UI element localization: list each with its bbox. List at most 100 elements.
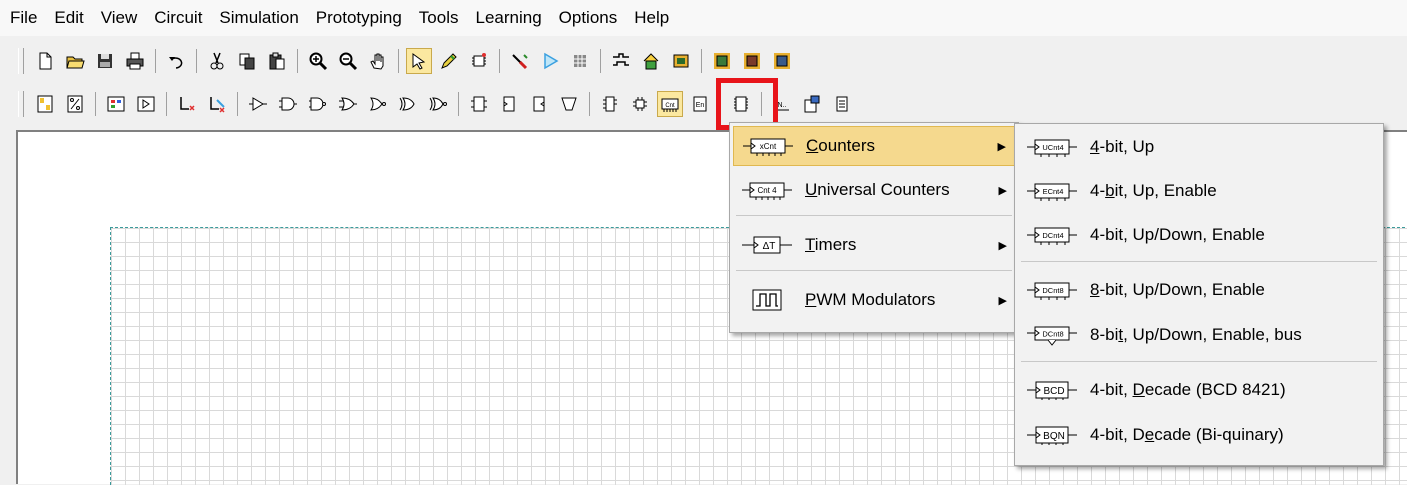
buffer-gate-button[interactable] xyxy=(245,91,271,117)
copy-button[interactable] xyxy=(234,48,260,74)
menu-tools[interactable]: Tools xyxy=(409,0,466,36)
toolbar-separator xyxy=(95,92,96,116)
or-gate-button[interactable] xyxy=(335,91,361,117)
nor-gate-button[interactable] xyxy=(365,91,391,117)
wire-button[interactable] xyxy=(436,48,462,74)
constants-button[interactable] xyxy=(32,91,58,117)
menu-item-label: Counters xyxy=(806,136,875,155)
run-simulation-button[interactable] xyxy=(537,48,563,74)
undo-button[interactable] xyxy=(163,48,189,74)
properties-button[interactable] xyxy=(799,91,825,117)
probe-icon xyxy=(512,54,528,70)
submenu-item-8bit-updown-enable[interactable]: DCnt8 8-bit, Up/Down, Enable xyxy=(1018,270,1380,310)
bcd-chip-icon: BCD xyxy=(1026,379,1078,401)
submenu-item-4bit-up[interactable]: UCnt4 4-bit, Up xyxy=(1018,127,1380,167)
fpga-3-button[interactable] xyxy=(769,48,795,74)
mux-icon xyxy=(561,97,577,111)
menu-simulation[interactable]: Simulation xyxy=(209,0,305,36)
text-button[interactable] xyxy=(829,91,855,117)
submenu-item-4bit-updown-enable[interactable]: DCnt4 4-bit, Up/Down, Enable xyxy=(1018,215,1380,255)
display-button[interactable] xyxy=(103,91,129,117)
menu-circuit[interactable]: Circuit xyxy=(144,0,209,36)
hierarchy-button[interactable] xyxy=(638,48,664,74)
open-button[interactable] xyxy=(62,48,88,74)
xor-gate-button[interactable] xyxy=(395,91,421,117)
menu-item-counters[interactable]: xCnt Counters ▶ xyxy=(733,126,1015,166)
submenu-item-4bit-decade-biquinary[interactable]: BQN 4-bit, Decade (Bi-quinary) xyxy=(1018,415,1380,455)
menu-item-universal-counters[interactable]: Cnt 4 Universal Counters ▶ xyxy=(733,170,1015,210)
decoder-button[interactable] xyxy=(627,91,653,117)
zoom-in-icon xyxy=(309,52,328,71)
counters-button[interactable]: Cnt xyxy=(657,91,683,117)
menu-item-pwm-modulators[interactable]: PWM Modulators ▶ xyxy=(733,280,1015,320)
timing-button[interactable] xyxy=(608,48,634,74)
timer-chip-icon: ΔT xyxy=(741,234,793,256)
wire-delete-icon xyxy=(210,97,225,113)
menu-separator xyxy=(1021,261,1377,262)
svg-text:En: En xyxy=(696,102,705,109)
step-simulation-button[interactable] xyxy=(567,48,593,74)
toolbar-grip[interactable] xyxy=(18,48,24,74)
toolbar-separator xyxy=(196,49,197,73)
submenu-item-8bit-updown-enable-bus[interactable]: DCnt8 8-bit, Up/Down, Enable, bus xyxy=(1018,315,1380,355)
counters-dropdown-menu: xCnt Counters ▶ Cnt 4 Universal Counters… xyxy=(729,122,1019,333)
led-icon xyxy=(137,96,155,112)
svg-text:Cnt 4: Cnt 4 xyxy=(757,186,777,195)
toolbar-separator xyxy=(701,49,702,73)
submenu-arrow-icon: ▶ xyxy=(998,184,1007,197)
fpga-2-button[interactable] xyxy=(739,48,765,74)
const-01-icon xyxy=(37,95,53,113)
menu-item-timers[interactable]: ΔT Timers ▶ xyxy=(733,225,1015,265)
house-chip-icon xyxy=(643,53,659,70)
dcnt8-bus-chip-icon: DCnt8 xyxy=(1026,324,1078,346)
svg-text:N..: N.. xyxy=(778,102,787,109)
cut-button[interactable] xyxy=(204,48,230,74)
menu-view[interactable]: View xyxy=(91,0,145,36)
delete-wire-button[interactable] xyxy=(204,91,230,117)
menu-file[interactable]: File xyxy=(0,0,44,36)
print-button[interactable] xyxy=(122,48,148,74)
mux-button[interactable] xyxy=(556,91,582,117)
new-file-button[interactable] xyxy=(32,48,58,74)
xnor-gate-button[interactable] xyxy=(425,91,451,117)
component-button[interactable] xyxy=(466,48,492,74)
flipflop-button[interactable] xyxy=(466,91,492,117)
and-gate-icon xyxy=(279,97,297,111)
save-icon xyxy=(98,54,112,68)
select-button[interactable] xyxy=(406,48,432,74)
memory-button[interactable] xyxy=(597,91,623,117)
fpga-1-button[interactable] xyxy=(709,48,735,74)
zoom-out-button[interactable] xyxy=(335,48,361,74)
zoom-in-button[interactable] xyxy=(305,48,331,74)
submenu-item-4bit-up-enable[interactable]: ECnt4 4-bit, Up, Enable xyxy=(1018,171,1380,211)
menu-item-label: Timers xyxy=(805,235,857,254)
paste-button[interactable] xyxy=(264,48,290,74)
timing-diagram-icon xyxy=(613,53,629,66)
arrow-cursor-icon xyxy=(412,53,426,70)
save-button[interactable] xyxy=(92,48,118,74)
board-button[interactable] xyxy=(668,48,694,74)
toolbar-grip[interactable] xyxy=(18,91,24,117)
menu-prototyping[interactable]: Prototyping xyxy=(306,0,409,36)
play-icon xyxy=(544,52,559,70)
toolbar-separator xyxy=(600,49,601,73)
nand-gate-button[interactable] xyxy=(305,91,331,117)
fpga-chip-icon xyxy=(714,53,730,69)
menu-options[interactable]: Options xyxy=(549,0,625,36)
register-button[interactable] xyxy=(526,91,552,117)
split-wire-button[interactable] xyxy=(174,91,200,117)
percent-button[interactable] xyxy=(62,91,88,117)
properties-icon xyxy=(804,95,820,113)
latch-button[interactable] xyxy=(496,91,522,117)
and-gate-button[interactable] xyxy=(275,91,301,117)
decoder-icon xyxy=(633,97,647,111)
enable-button[interactable]: En xyxy=(687,91,713,117)
submenu-item-4bit-decade-bcd[interactable]: BCD 4-bit, Decade (BCD 8421) xyxy=(1018,370,1380,410)
probe-button[interactable] xyxy=(507,48,533,74)
led-button[interactable] xyxy=(133,91,159,117)
menu-help[interactable]: Help xyxy=(624,0,676,36)
pan-button[interactable] xyxy=(365,48,391,74)
menu-item-label: 8-bit, Up/Down, Enable, bus xyxy=(1090,325,1302,344)
menu-learning[interactable]: Learning xyxy=(465,0,548,36)
menu-edit[interactable]: Edit xyxy=(44,0,90,36)
